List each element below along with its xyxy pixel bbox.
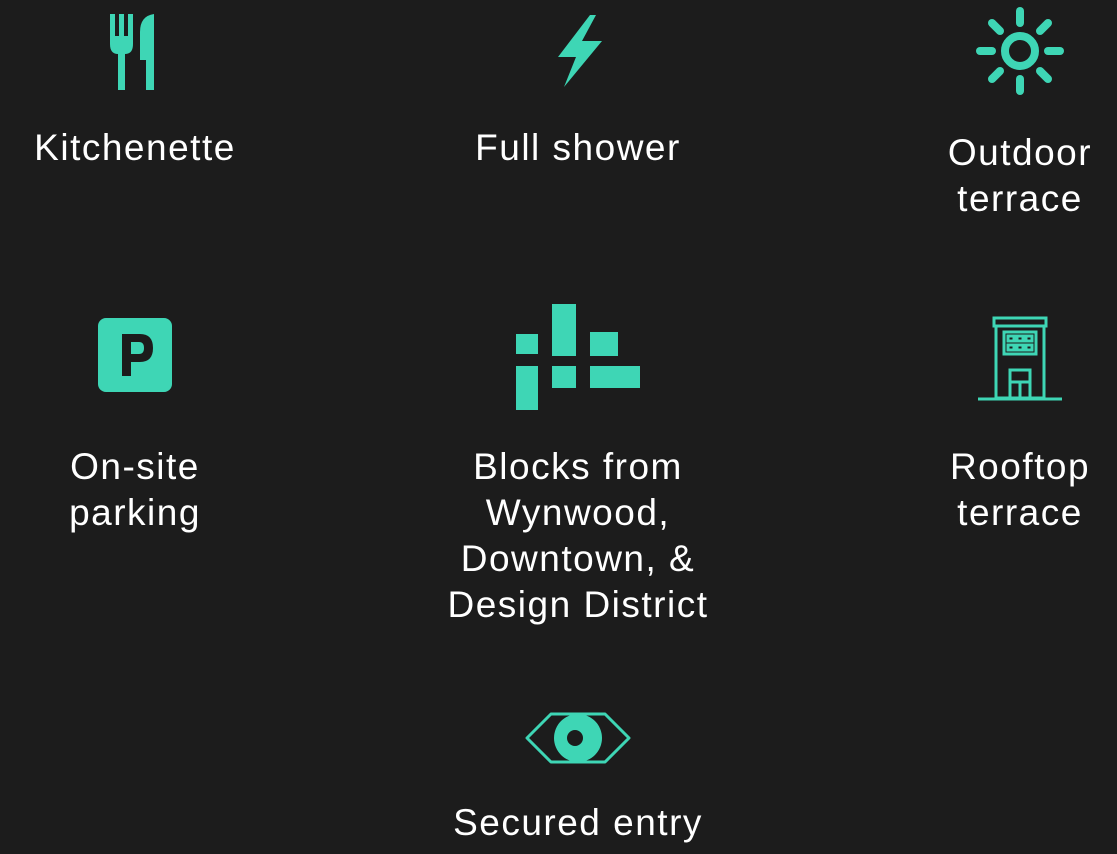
fork-knife-icon: [110, 14, 160, 90]
amenity-label: Kitchenette: [34, 127, 236, 168]
amenity-label: Full shower: [475, 127, 681, 168]
parking-sign-icon: [98, 318, 172, 392]
building-icon: [978, 316, 1062, 402]
amenity-label: Blocks from Wynwood, Downtown, & Design …: [447, 446, 709, 625]
amenity-label: Rooftop terrace: [949, 446, 1091, 533]
eye-icon: [523, 708, 633, 768]
sun-icon: [976, 7, 1064, 95]
amenities-page: { "accent_color": "#3ed6b5", "background…: [0, 0, 1117, 854]
city-blocks-icon: [516, 304, 640, 410]
amenity-label: Outdoor terrace: [947, 132, 1093, 219]
amenity-label: Secured entry: [453, 802, 703, 843]
amenity-label: On-site parking: [69, 446, 201, 533]
lightning-bolt-icon: [546, 15, 610, 87]
